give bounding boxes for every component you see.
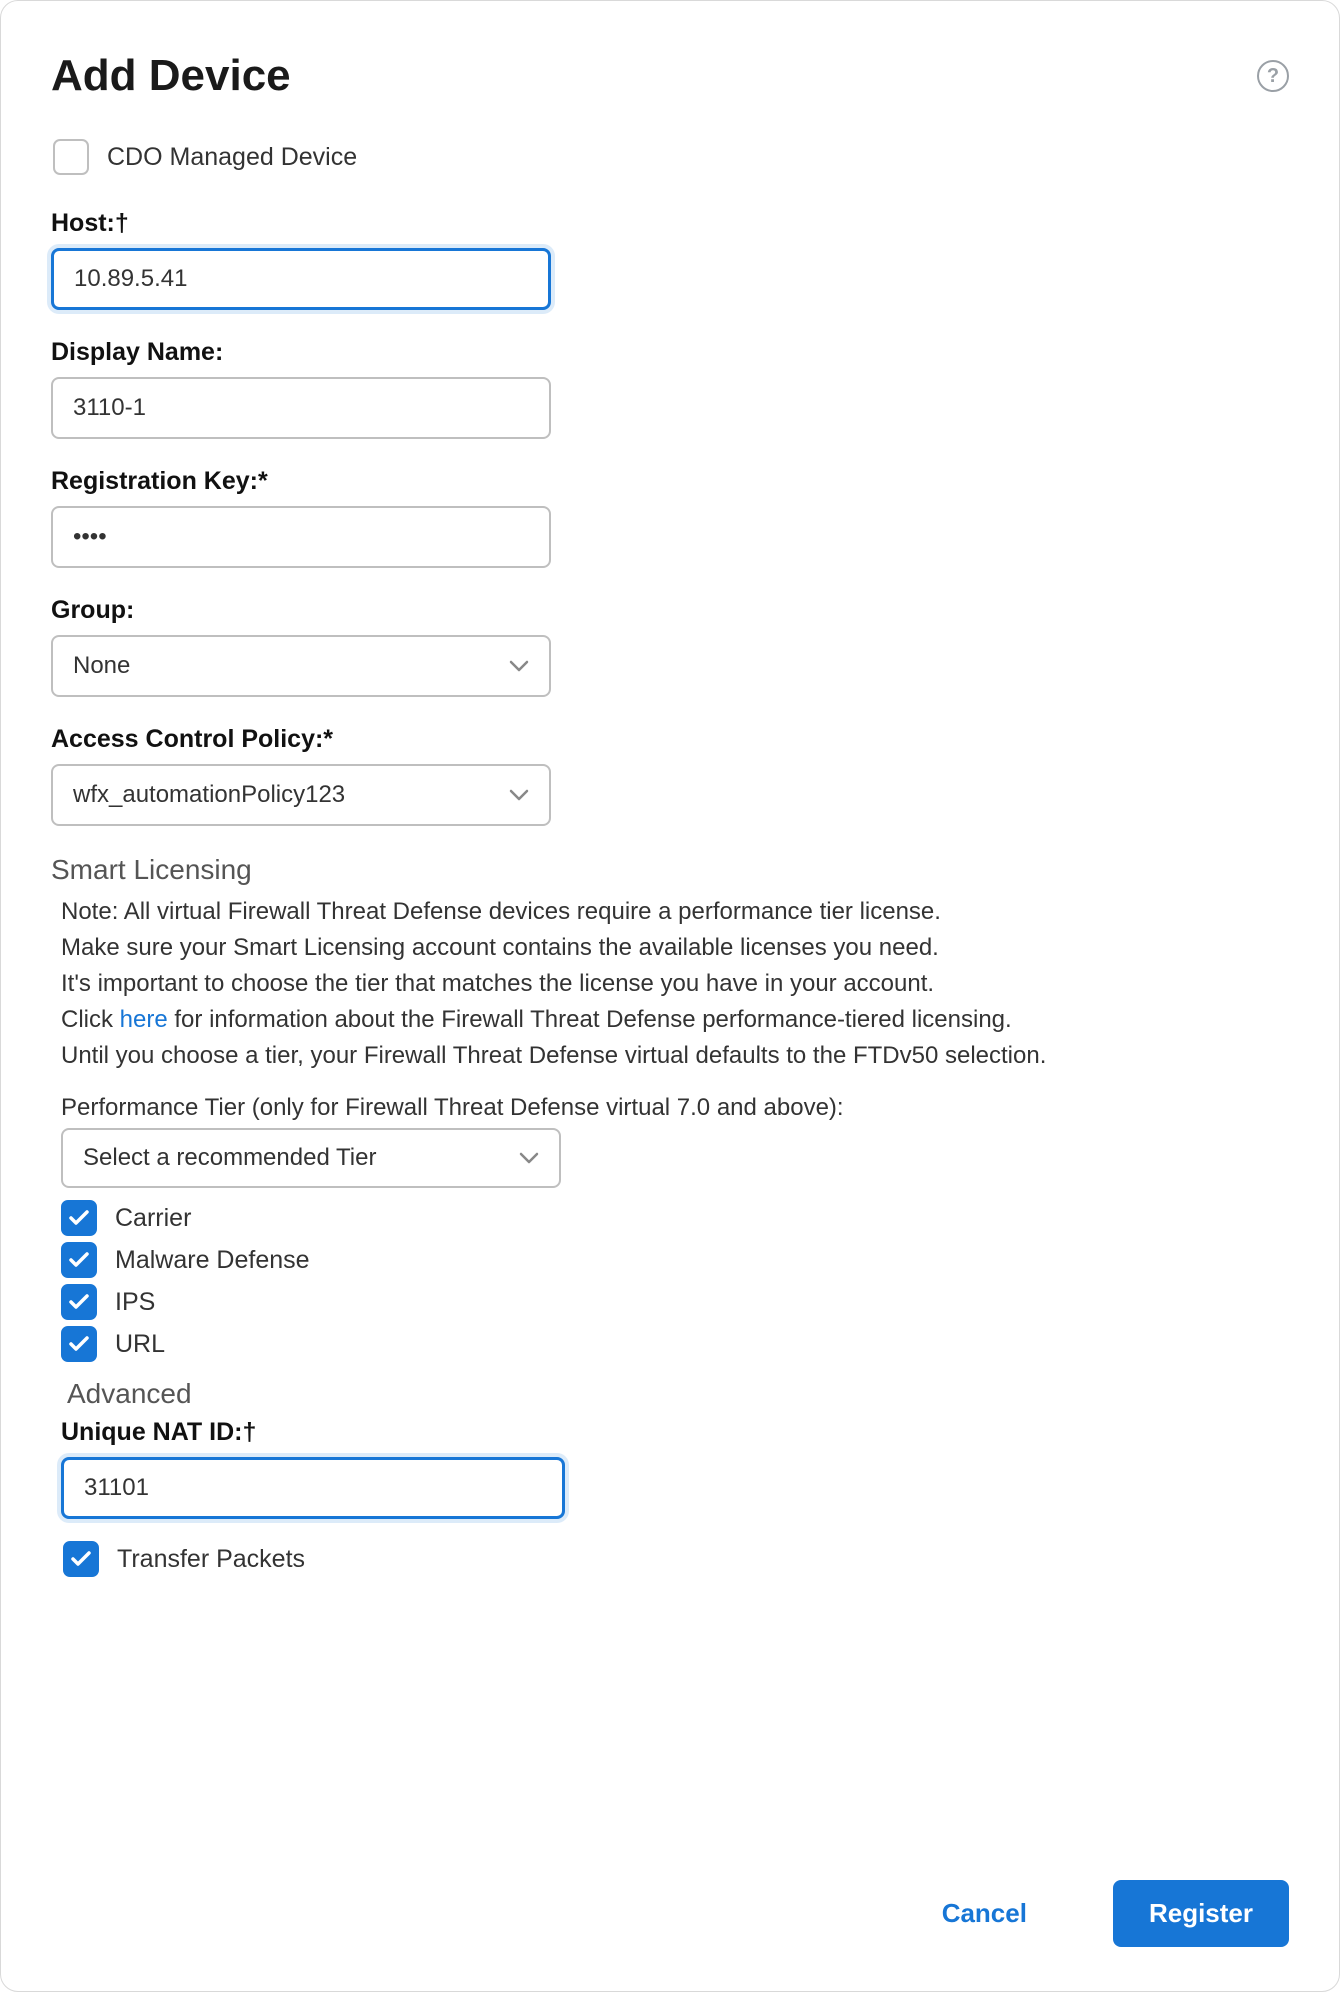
chevron-down-icon <box>509 652 529 680</box>
license-ips-checkbox[interactable] <box>61 1284 97 1320</box>
chevron-down-icon <box>519 1144 539 1172</box>
help-icon[interactable]: ? <box>1257 60 1289 92</box>
license-malware-label: Malware Defense <box>115 1246 310 1275</box>
note-line: Make sure your Smart Licensing account c… <box>61 930 1289 966</box>
license-ips-row: IPS <box>61 1284 1289 1320</box>
dialog-footer: Cancel Register <box>906 1880 1289 1947</box>
note-line: It's important to choose the tier that m… <box>61 966 1289 1002</box>
note-line: Until you choose a tier, your Firewall T… <box>61 1038 1289 1074</box>
note-line: Note: All virtual Firewall Threat Defens… <box>61 894 1289 930</box>
display-name-input[interactable] <box>51 377 551 439</box>
cancel-button[interactable]: Cancel <box>906 1880 1063 1947</box>
license-ips-label: IPS <box>115 1288 155 1317</box>
transfer-packets-checkbox[interactable] <box>63 1541 99 1577</box>
group-field-row: Group: None <box>51 596 1289 697</box>
host-field-row: Host:† <box>51 209 1289 310</box>
cdo-managed-checkbox[interactable] <box>53 139 89 175</box>
nat-id-field-row: Unique NAT ID:† <box>51 1418 1289 1519</box>
access-control-policy-value: wfx_automationPolicy123 <box>73 781 345 809</box>
dialog-title: Add Device <box>51 51 291 101</box>
register-button[interactable]: Register <box>1113 1880 1289 1947</box>
license-malware-checkbox[interactable] <box>61 1242 97 1278</box>
performance-tier-value: Select a recommended Tier <box>83 1144 376 1172</box>
registration-key-field-row: Registration Key:* <box>51 467 1289 568</box>
access-control-policy-label: Access Control Policy:* <box>51 725 1289 754</box>
access-control-policy-select[interactable]: wfx_automationPolicy123 <box>51 764 551 826</box>
here-link[interactable]: here <box>120 1006 168 1033</box>
advanced-section-label: Advanced <box>51 1378 1289 1410</box>
performance-tier-label: Performance Tier (only for Firewall Thre… <box>51 1094 1289 1122</box>
chevron-down-icon <box>509 781 529 809</box>
performance-tier-select[interactable]: Select a recommended Tier <box>61 1128 561 1188</box>
registration-key-input[interactable] <box>51 506 551 568</box>
license-carrier-label: Carrier <box>115 1204 191 1233</box>
nat-id-input[interactable] <box>61 1457 565 1519</box>
host-input[interactable] <box>51 248 551 310</box>
group-label: Group: <box>51 596 1289 625</box>
host-label: Host:† <box>51 209 1289 238</box>
access-control-policy-field-row: Access Control Policy:* wfx_automationPo… <box>51 725 1289 826</box>
smart-licensing-section-label: Smart Licensing <box>51 854 1289 886</box>
license-carrier-row: Carrier <box>61 1200 1289 1236</box>
license-url-row: URL <box>61 1326 1289 1362</box>
transfer-packets-label: Transfer Packets <box>117 1545 305 1574</box>
license-url-label: URL <box>115 1330 165 1359</box>
add-device-dialog: Add Device ? CDO Managed Device Host:† D… <box>0 0 1340 1992</box>
cdo-managed-row: CDO Managed Device <box>53 139 1289 175</box>
registration-key-label: Registration Key:* <box>51 467 1289 496</box>
dialog-header: Add Device ? <box>51 51 1289 101</box>
license-carrier-checkbox[interactable] <box>61 1200 97 1236</box>
display-name-field-row: Display Name: <box>51 338 1289 439</box>
license-url-checkbox[interactable] <box>61 1326 97 1362</box>
group-select[interactable]: None <box>51 635 551 697</box>
smart-licensing-notes: Note: All virtual Firewall Threat Defens… <box>51 894 1289 1074</box>
license-checkbox-group: Carrier Malware Defense IPS URL <box>51 1200 1289 1362</box>
cdo-managed-label: CDO Managed Device <box>107 143 357 172</box>
transfer-packets-row: Transfer Packets <box>53 1541 1289 1577</box>
nat-id-label: Unique NAT ID:† <box>61 1418 1289 1447</box>
license-malware-row: Malware Defense <box>61 1242 1289 1278</box>
group-select-value: None <box>73 652 130 680</box>
note-line: Click here for information about the Fir… <box>61 1002 1289 1038</box>
display-name-label: Display Name: <box>51 338 1289 367</box>
